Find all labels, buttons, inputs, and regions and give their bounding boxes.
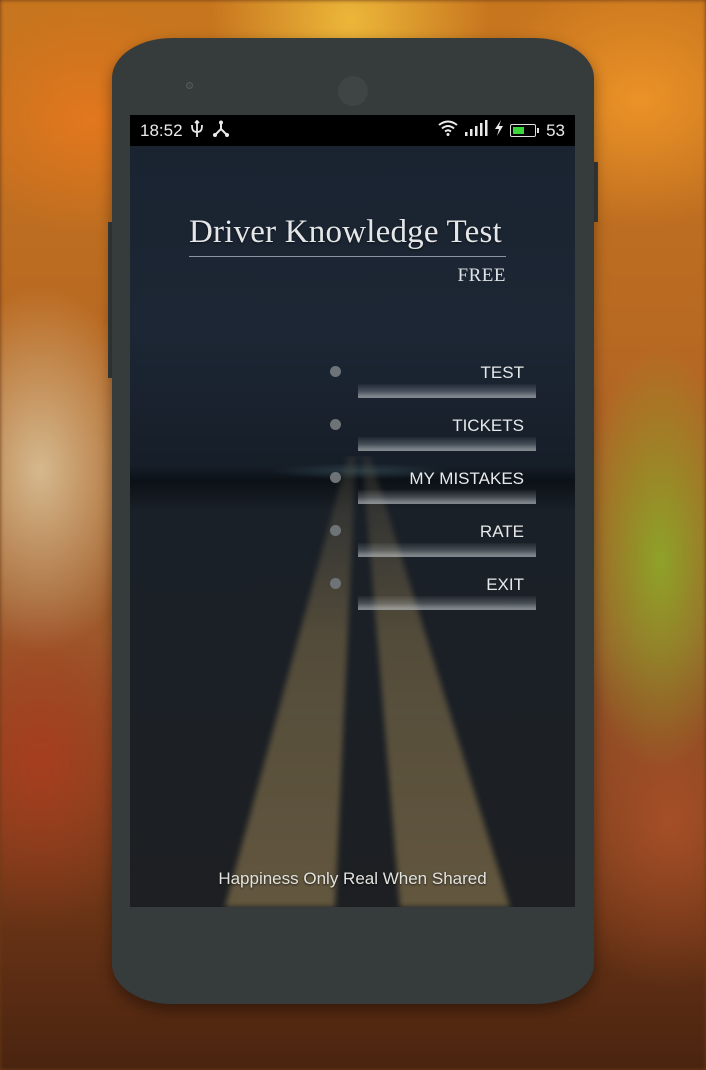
menu-item-my-mistakes[interactable]: MY MISTAKES [330, 463, 540, 504]
menu-item-rate[interactable]: RATE [330, 516, 540, 557]
app-title: Driver Knowledge Test [189, 214, 502, 250]
charging-icon [494, 120, 504, 141]
menu-underline [358, 543, 536, 557]
app-main-screen: Driver Knowledge Test FREE TEST TICKETS … [130, 146, 575, 907]
status-bar: 18:52 53 [130, 115, 575, 146]
front-camera [338, 76, 368, 106]
footer-slogan: Happiness Only Real When Shared [218, 869, 487, 888]
status-time: 18:52 [140, 121, 183, 140]
menu-label: TEST [480, 363, 524, 382]
menu-underline [358, 596, 536, 610]
battery-level: 53 [546, 120, 565, 140]
battery-fill [513, 127, 524, 134]
menu-label: MY MISTAKES [409, 469, 524, 488]
bullet-icon [330, 419, 341, 430]
menu-underline [358, 490, 536, 504]
menu-label: RATE [479, 522, 524, 541]
bullet-icon [330, 525, 341, 536]
battery-icon [510, 124, 540, 137]
menu-item-test[interactable]: TEST [330, 357, 540, 398]
proximity-sensor [186, 82, 193, 89]
phone-screen: 18:52 53 Driver Knowledge Test FREE TEST… [130, 115, 575, 907]
menu-item-tickets[interactable]: TICKETS [330, 410, 540, 451]
bullet-icon [330, 472, 341, 483]
bullet-icon [330, 366, 341, 377]
menu-underline [358, 384, 536, 398]
usb-icon [190, 119, 204, 143]
menu-label: TICKETS [452, 416, 524, 435]
app-subtitle: FREE [457, 265, 506, 286]
menu-underline [358, 437, 536, 451]
bullet-icon [330, 578, 341, 589]
wifi-icon [438, 120, 458, 141]
menu-label: EXIT [486, 575, 524, 594]
signal-icon [464, 120, 488, 141]
title-divider [189, 256, 506, 257]
menu-item-exit[interactable]: EXIT [330, 569, 540, 610]
share-icon [212, 120, 230, 143]
